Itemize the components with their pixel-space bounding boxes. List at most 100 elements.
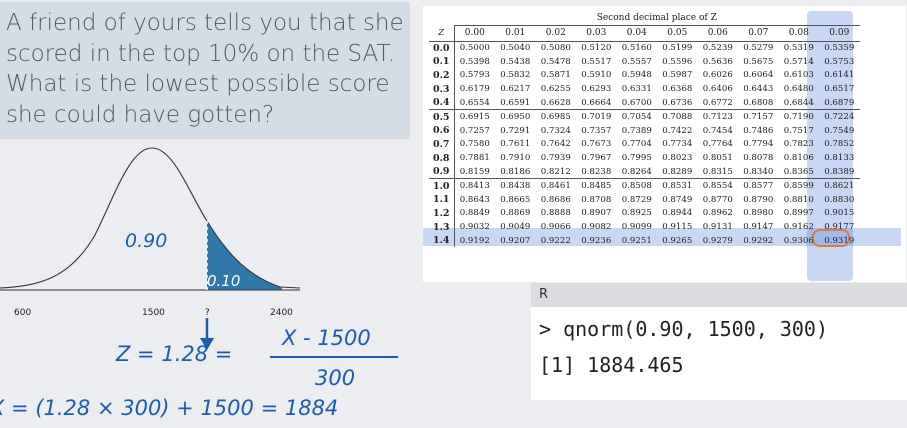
- r-command: > qnorm(0.90, 1500, 300): [539, 317, 828, 341]
- column-header: 0.06: [697, 25, 739, 42]
- table-cell: 0.6736: [662, 97, 693, 108]
- table-cell: 0.8729: [621, 194, 652, 205]
- table-cell: 0.8554: [697, 178, 739, 194]
- question-line: What is the lowest possible score: [6, 71, 390, 97]
- r-output: [1] 1884.465: [539, 353, 684, 377]
- table-cell: 0.5359: [824, 43, 855, 54]
- table-cell: 0.9222: [540, 235, 571, 246]
- table-cell: 0.6591: [500, 97, 531, 108]
- row-header: 1.0: [429, 178, 455, 194]
- row-header: 1.1: [429, 193, 455, 207]
- table-cell: 0.7823: [783, 139, 814, 150]
- row-header: 1.3: [429, 220, 455, 234]
- fraction-bar: [270, 356, 398, 358]
- table-cell: 0.9207: [500, 235, 531, 246]
- column-header: 0.09: [819, 25, 860, 42]
- table-cell: 0.7939: [540, 153, 571, 164]
- row-header: 0.6: [429, 124, 455, 138]
- table-cell: 0.9147: [743, 222, 774, 233]
- table-cell: 0.7734: [662, 139, 693, 150]
- table-cell: 0.7123: [697, 109, 739, 125]
- table-cell: 0.9306: [783, 235, 814, 246]
- table-cell: 0.8238: [581, 166, 612, 177]
- table-cell: 0.5714: [783, 56, 814, 67]
- z-table: Second decimal place of Z Z 0.00 0.01 0.02 0.…: [429, 11, 860, 248]
- table-cell: 0.9099: [621, 222, 652, 233]
- table-cell: 0.5910: [581, 70, 612, 81]
- table-cell: 0.9032: [459, 222, 490, 233]
- table-cell: 0.7794: [743, 139, 774, 150]
- table-cell: 0.6026: [702, 70, 733, 81]
- area-right-label: 0.10: [207, 272, 240, 290]
- table-cell: 0.7967: [581, 153, 612, 164]
- x-equation: X = (1.28 × 300) + 1500 = 1884: [0, 396, 339, 420]
- table-cell: 0.9049: [500, 222, 531, 233]
- table-cell: 0.8365: [783, 166, 814, 177]
- table-cell: 0.8078: [743, 153, 774, 164]
- table-cell: 0.5948: [621, 70, 652, 81]
- table-cell: 0.8106: [783, 153, 814, 164]
- table-cell: 0.8531: [657, 178, 698, 194]
- table-cell: 0.9236: [581, 235, 612, 246]
- table-cell: 0.5557: [621, 56, 652, 67]
- table-cell: 0.8830: [824, 194, 855, 205]
- table-cell: 0.6808: [743, 97, 774, 108]
- row-header: 0.0: [429, 41, 455, 56]
- table-cell: 0.8485: [576, 178, 617, 194]
- table-cell: 0.7764: [702, 139, 733, 150]
- table-cell: 0.7852: [824, 139, 855, 150]
- table-cell: 0.5596: [662, 56, 693, 67]
- table-cell: 0.5000: [459, 43, 490, 54]
- table-cell: 0.6480: [783, 84, 814, 95]
- z-table-title: Second decimal place of Z: [454, 11, 860, 26]
- table-cell: 0.8051: [702, 153, 733, 164]
- table-cell: 0.9177: [824, 222, 855, 233]
- row-header: 0.2: [429, 68, 455, 83]
- table-cell: 0.5871: [540, 70, 571, 81]
- table-cell: 0.6985: [535, 109, 577, 125]
- question-panel: A friend of yours tells you that she sco…: [0, 2, 410, 139]
- table-cell: 0.7910: [500, 153, 531, 164]
- table-cell: 0.8289: [662, 166, 693, 177]
- normal-curve-plot: 0.90 0.10 600 1500 ? 2400: [0, 147, 300, 318]
- table-cell: 0.8023: [662, 153, 693, 164]
- table-cell: 0.5319: [783, 43, 814, 54]
- table-cell: 0.9292: [743, 235, 774, 246]
- table-cell: 0.8849: [459, 208, 490, 219]
- z-column-label: Z: [429, 25, 455, 42]
- table-cell: 0.9082: [581, 222, 612, 233]
- table-cell: 0.8413: [454, 178, 496, 194]
- column-header: 0.03: [576, 25, 617, 42]
- row-header: 0.1: [429, 55, 455, 69]
- table-cell: 0.7422: [662, 125, 693, 136]
- table-cell: 0.5120: [581, 43, 612, 54]
- column-header: 0.07: [738, 25, 779, 42]
- table-cell: 0.6664: [581, 97, 612, 108]
- table-cell: 0.8159: [459, 166, 490, 177]
- table-cell: 0.7881: [459, 153, 490, 164]
- table-cell: 0.9162: [783, 222, 814, 233]
- table-cell: 0.7673: [581, 139, 612, 150]
- column-header: 0.02: [535, 25, 577, 42]
- column-header: 0.04: [616, 25, 658, 42]
- table-cell: 0.7357: [581, 125, 612, 136]
- table-cell: 0.8907: [581, 208, 612, 219]
- table-cell: 0.6844: [783, 97, 814, 108]
- table-cell: 0.8708: [581, 194, 612, 205]
- table-cell: 0.8962: [702, 208, 733, 219]
- r-console: R > qnorm(0.90, 1500, 300) [1] 1884.465: [531, 283, 907, 400]
- table-cell: 0.7995: [621, 153, 652, 164]
- table-cell: 0.7088: [657, 109, 698, 125]
- table-cell: 0.6141: [824, 70, 855, 81]
- table-cell: 0.9279: [702, 235, 733, 246]
- table-cell: 0.8212: [540, 166, 571, 177]
- table-cell: 0.7611: [500, 139, 531, 150]
- table-cell: 0.8643: [459, 194, 490, 205]
- table-cell: 0.6443: [743, 84, 774, 95]
- table-cell: 0.5832: [500, 70, 531, 81]
- table-cell: 0.6255: [540, 84, 571, 95]
- table-cell: 0.8461: [535, 178, 577, 194]
- table-cell: 0.8749: [662, 194, 693, 205]
- table-cell: 0.7019: [576, 109, 617, 125]
- table-cell: 0.5199: [662, 43, 693, 54]
